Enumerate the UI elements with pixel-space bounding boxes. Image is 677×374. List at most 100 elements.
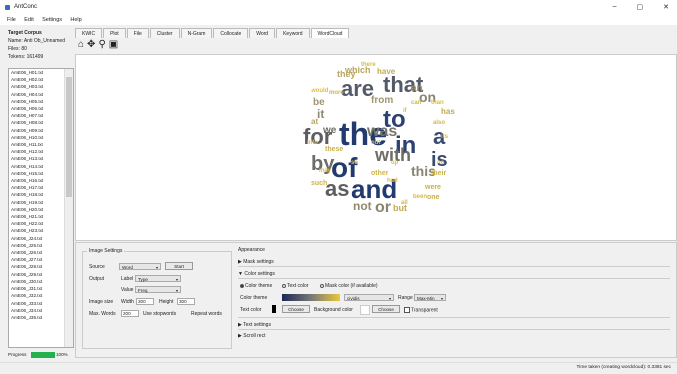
label-select[interactable]: Type [135,275,181,283]
wordcloud-word: as [325,176,350,201]
radio-empty-icon [282,283,286,288]
wordcloud-word: has [441,107,455,116]
color-settings-expander[interactable]: ▼ Color settings [238,271,275,277]
background-color-label: Background color [314,307,353,313]
mask-color-radio[interactable]: Mask color (if available) [320,283,378,289]
status-bar: Time taken (creating wordcloud): 0.3381 … [0,362,677,374]
wordcloud-word: they [337,69,356,79]
range-label: Range [398,295,413,301]
radio-selected-icon [240,283,244,288]
tab-plot[interactable]: Plot [103,28,126,38]
wordcloud-word: all [401,200,408,206]
tab-kwic[interactable]: KWIC [75,28,103,38]
radio-empty-icon [320,283,324,288]
wordcloud-word: been [413,194,428,200]
appearance-group: Appearance ▶ Mask settings ▼ Color setti… [236,247,672,347]
tab-ngram[interactable]: N-Gram [180,28,213,38]
tool-tabs: KWIC Plot File Cluster N-Gram Collocate … [75,28,350,38]
color-settings-label: Color settings [244,271,275,277]
text-settings-expander[interactable]: ▶ Text settings [238,322,271,328]
wordcloud-word: not [353,199,372,213]
divider [238,329,670,330]
source-select[interactable]: Word [119,263,161,271]
max-words-label: Max. Words [89,311,116,317]
color-theme-radio[interactable]: Color theme [240,283,272,289]
wordcloud-word: from [371,95,394,106]
width-spinbox[interactable]: 300 [136,298,154,305]
value-label: Value [121,287,134,293]
menu-file[interactable]: File [7,16,16,25]
value-select[interactable]: Freq [135,286,181,294]
output-label: Output [89,276,105,282]
wordcloud-word: than [431,100,444,106]
tab-file[interactable]: File [126,28,149,38]
wordcloud-word: no [437,160,445,166]
wordcloud-word: an [411,83,423,94]
menu-bar: File Edit Settings Help [0,16,677,25]
title-bar: AntConc – ▢ ✕ [0,0,677,16]
range-select[interactable]: Max-Min [414,294,446,302]
maximize-button[interactable]: ▢ [637,3,644,11]
image-settings-group: Image Settings Source Word Start Output … [82,248,232,349]
width-label: Width [121,299,134,305]
file-list[interactable]: AmE06_H01.txt AmE06_H02.txt AmE06_H03.txt A… [8,68,74,348]
target-corpus-heading: Target Corpus [8,30,42,36]
divider [238,317,670,318]
home-icon[interactable]: ⌂ [78,40,84,50]
checkbox-icon [404,307,410,313]
background-color-choose-button[interactable]: Choose [372,305,400,313]
wordcloud-word: was [367,123,398,140]
menu-edit[interactable]: Edit [24,16,33,25]
text-color-label: Text color [240,307,262,313]
scroll-rect-expander[interactable]: ▶ Scroll rect [238,333,265,339]
progress-label: Progress [8,352,27,358]
wordcloud-word: we [323,125,337,136]
wordcloud-word: may [319,168,332,174]
wordcloud-word: are [341,76,375,101]
mask-settings-label: Mask settings [243,259,274,265]
mask-settings-expander[interactable]: ▶ Mask settings [238,259,274,265]
close-button[interactable]: ✕ [663,3,669,11]
tab-collocate[interactable]: Collocate [213,28,249,38]
height-label: Height [159,299,174,305]
wordcloud-canvas: the and of to in is a that are for as by with was this… [75,54,677,241]
text-color-choose-button[interactable]: Choose [282,305,310,313]
progress-bar [30,352,55,358]
file-list-scrollbar[interactable] [64,69,73,347]
tab-word[interactable]: Word [249,28,276,38]
wordcloud-word: other [371,170,389,177]
repeat-words-checkbox[interactable]: Repeat words [191,311,222,317]
plot-toolbar: ⌂ ✥ ⚲ ▣ [78,40,118,50]
minimize-button[interactable]: – [613,3,617,11]
zoom-icon[interactable]: ⚲ [98,40,105,50]
menu-settings[interactable]: Settings [42,16,62,25]
use-stopwords-checkbox[interactable]: Use stopwords [143,311,176,317]
source-label: Source [89,264,105,270]
text-color-swatch [272,305,276,313]
text-color-radio[interactable]: Text color [282,283,308,289]
tab-keyword[interactable]: Keyword [276,28,310,38]
menu-help[interactable]: Help [70,16,81,25]
image-size-label: Image size [89,299,114,305]
progress-area: Progress 100% [8,352,68,358]
save-icon[interactable]: ▣ [109,40,118,50]
height-spinbox[interactable]: 300 [177,298,195,305]
scrollbar-thumb[interactable] [66,77,72,197]
label-label: Label [121,276,134,282]
appearance-title: Appearance [236,247,267,253]
max-words-spinbox[interactable]: 200 [121,310,139,317]
move-icon[interactable]: ✥ [87,40,95,50]
wordcloud-word: their [431,170,447,177]
transparent-checkbox[interactable]: Transparent [404,307,438,313]
progress-value: 100% [55,352,68,358]
wordcloud: the and of to in is a that are for as by with was this… [291,60,463,232]
corpus-files-count: Files: 80 [8,46,27,52]
colormap-select[interactable]: cividis [344,294,394,302]
colormap-preview [282,294,340,301]
corpus-tokens-count: Tokens: 161499 [8,54,44,60]
start-button[interactable]: Start [165,262,193,270]
tab-wordcloud[interactable]: WordCloud [310,28,350,38]
wordcloud-word: there [361,62,376,68]
divider [238,266,670,267]
tab-cluster[interactable]: Cluster [149,28,180,38]
